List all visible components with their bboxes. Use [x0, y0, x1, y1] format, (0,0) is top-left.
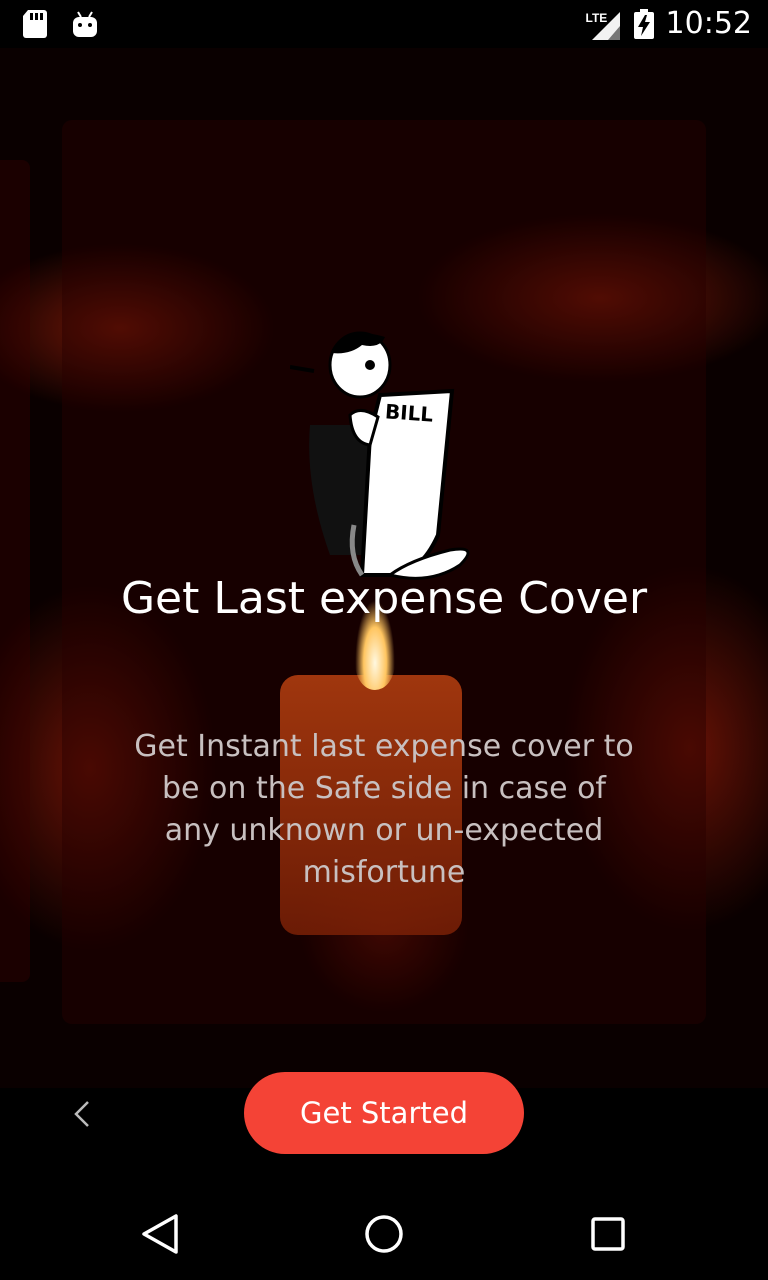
sd-card-icon	[23, 10, 47, 38]
chevron-left-icon[interactable]	[66, 1098, 98, 1130]
back-triangle-icon[interactable]	[138, 1212, 182, 1256]
status-right-icons: LTE 10:52	[586, 6, 752, 41]
recents-square-icon[interactable]	[586, 1212, 630, 1256]
status-left-icons	[22, 10, 98, 38]
bill-man-illustration: BILL	[290, 331, 470, 580]
battery-charging-icon	[633, 8, 654, 39]
android-icon	[73, 11, 97, 37]
bill-text: BILL	[384, 399, 434, 426]
get-started-button[interactable]: Get Started	[244, 1072, 524, 1154]
status-bar: LTE 10:52	[0, 0, 768, 48]
clock: 10:52	[665, 6, 752, 41]
page-title: Get Last expense Cover	[120, 573, 648, 624]
signal-icon: LTE	[586, 8, 622, 40]
home-circle-icon[interactable]	[362, 1212, 406, 1256]
page-description: Get Instant last expense cover to be on …	[134, 729, 634, 890]
system-navigation-bar	[0, 1184, 768, 1280]
previous-page-card-edge[interactable]	[0, 160, 30, 982]
